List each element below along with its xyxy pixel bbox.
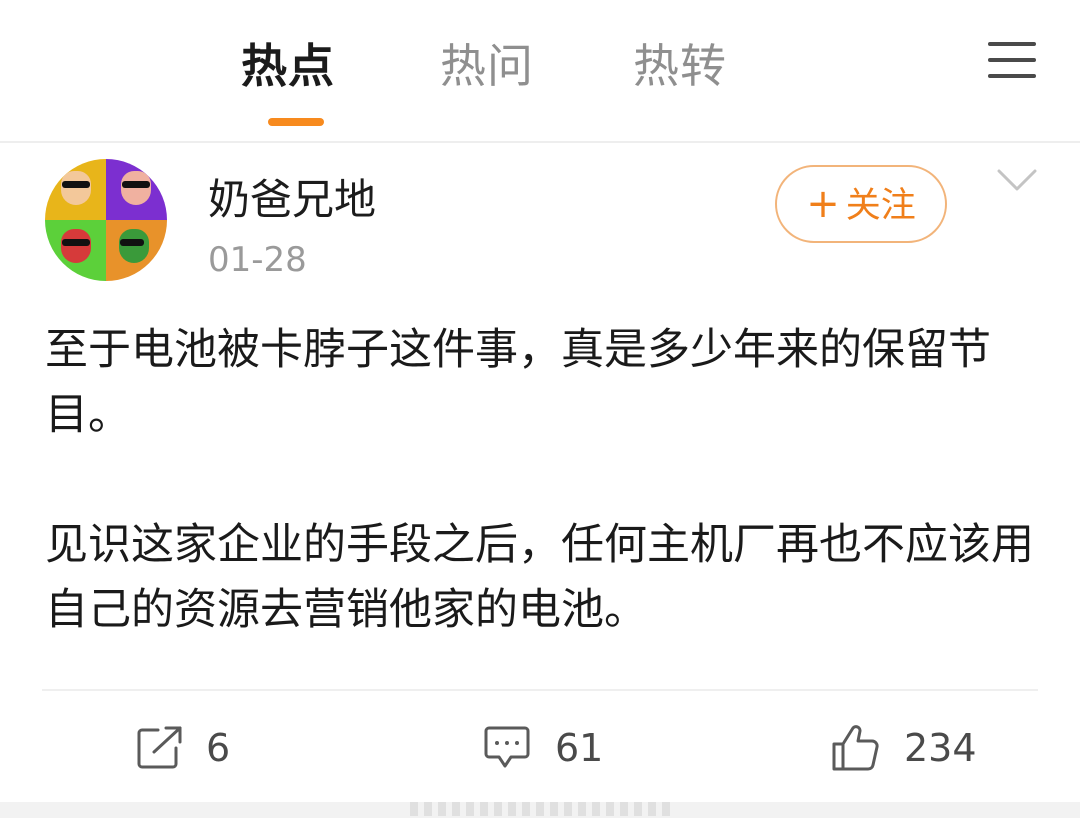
tab-hot-questions[interactable]: 热问 — [440, 34, 534, 98]
header-divider — [0, 141, 1080, 143]
post-username[interactable]: 奶爸兄地 — [208, 166, 376, 227]
chevron-down-icon[interactable] — [996, 166, 1038, 196]
follow-button[interactable]: + 关注 — [775, 165, 947, 243]
like-count: 234 — [904, 726, 977, 770]
top-tab-bar: 热点 热问 热转 — [0, 0, 1080, 143]
hamburger-menu-icon[interactable] — [988, 40, 1038, 80]
repost-icon — [137, 726, 182, 769]
like-button[interactable]: 234 — [830, 720, 990, 776]
blurred-content — [410, 802, 670, 816]
post-paragraph: 至于电池被卡脖子这件事，真是多少年来的保留节目。 — [45, 325, 991, 440]
tab-hot[interactable]: 热点 — [241, 34, 335, 98]
avatar[interactable] — [45, 159, 167, 281]
comment-button[interactable]: 61 — [483, 720, 613, 776]
bottom-strip — [0, 802, 1080, 818]
follow-label: 关注 — [845, 186, 916, 226]
post-timestamp: 01-28 — [208, 240, 307, 280]
action-divider — [42, 689, 1038, 691]
post-content: 至于电池被卡脖子这件事，真是多少年来的保留节目。 见识这家企业的手段之后，任何主… — [45, 318, 1035, 643]
comment-icon — [484, 726, 530, 768]
thumbs-up-icon — [832, 725, 879, 771]
comment-count: 61 — [555, 726, 604, 770]
post-paragraph: 见识这家企业的手段之后，任何主机厂再也不应该用自己的资源去营销他家的电池。 — [45, 520, 1034, 635]
tab-hot-reposts[interactable]: 热转 — [633, 34, 727, 98]
plus-icon: + — [806, 181, 840, 227]
repost-count: 6 — [206, 726, 231, 770]
repost-button[interactable]: 6 — [136, 720, 246, 776]
active-tab-indicator — [268, 118, 324, 126]
